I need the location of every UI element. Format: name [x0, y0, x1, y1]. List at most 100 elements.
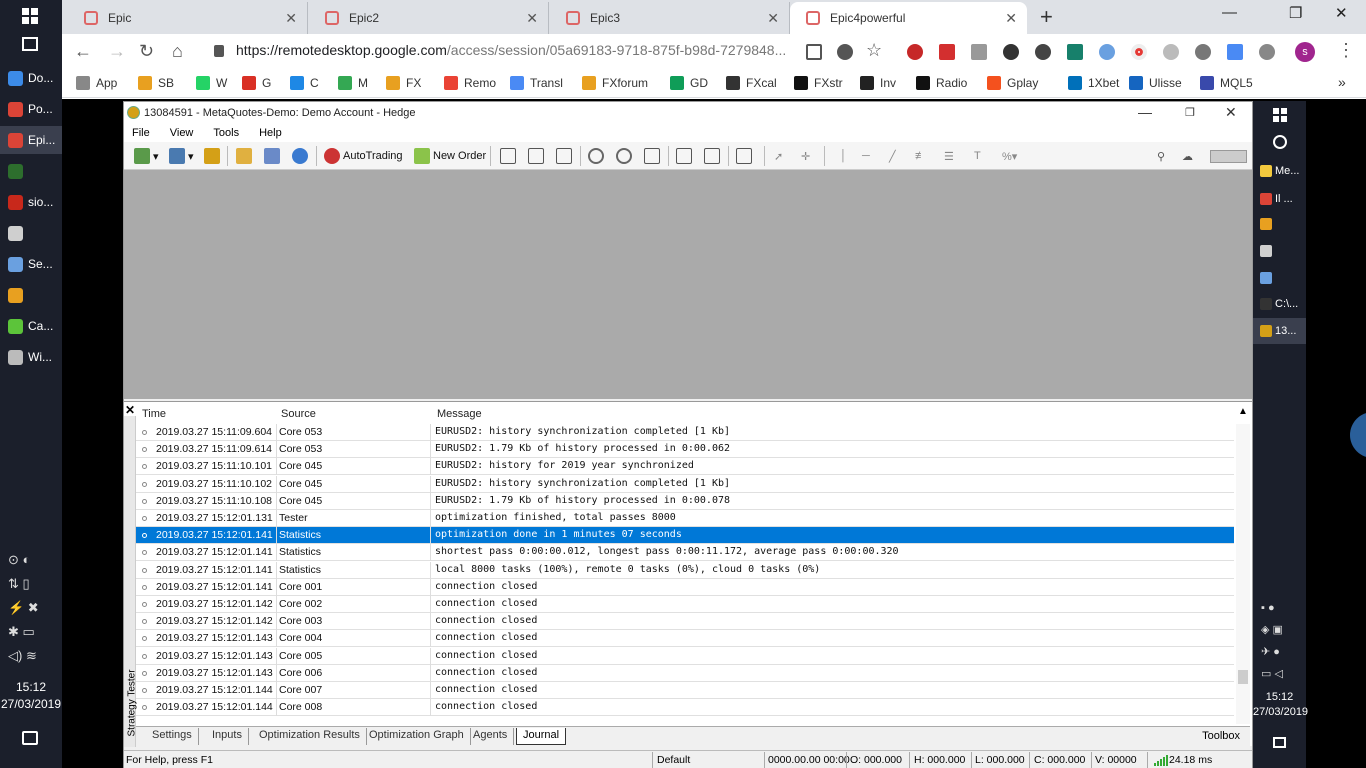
- journal-row[interactable]: 2019.03.27 15:11:09.614 Core 053 EURUSD2: …: [136, 441, 1234, 459]
- lock-icon[interactable]: [214, 45, 224, 57]
- bookmark-item[interactable]: W: [196, 76, 227, 90]
- new-chart-button[interactable]: ▾: [134, 147, 159, 165]
- key-icon[interactable]: [837, 44, 853, 60]
- bookmark-item[interactable]: SB: [138, 76, 174, 90]
- bookmark-item[interactable]: FXforum: [582, 76, 648, 90]
- menu-view[interactable]: View: [170, 127, 194, 139]
- journal-row[interactable]: 2019.03.27 15:12:01.143 Core 006 connectio…: [136, 664, 1234, 682]
- cortana-icon[interactable]: [1273, 135, 1287, 149]
- minimize-icon[interactable]: —: [1138, 104, 1152, 120]
- scrollbar[interactable]: ▲: [1236, 406, 1250, 724]
- spy-icon[interactable]: [1003, 44, 1019, 60]
- journal-row[interactable]: 2019.03.27 15:11:10.108 Core 045 EURUSD2: …: [136, 492, 1234, 510]
- bookmarks-overflow-button[interactable]: »: [1338, 74, 1346, 90]
- adblock-icon[interactable]: [907, 44, 923, 60]
- taskbar-item[interactable]: Do...: [0, 64, 62, 92]
- indicators-button[interactable]: [736, 147, 752, 165]
- cursor-button[interactable]: ➚: [774, 147, 783, 165]
- toolbox-label[interactable]: Toolbox: [1202, 730, 1240, 742]
- menu-help[interactable]: Help: [259, 127, 282, 139]
- back-icon[interactable]: ←: [74, 41, 92, 62]
- extension-icon[interactable]: [1099, 44, 1115, 60]
- vertical-line-button[interactable]: │: [840, 147, 847, 165]
- taskbar-item[interactable]: [0, 219, 62, 247]
- extension-icon[interactable]: [971, 44, 987, 60]
- reload-icon[interactable]: ↻: [139, 41, 154, 62]
- menu-tools[interactable]: Tools: [213, 127, 239, 139]
- close-window-icon[interactable]: ✕: [1335, 4, 1348, 22]
- journal-list[interactable]: 2019.03.27 15:11:09.604 Core 053 EURUSD2: …: [136, 424, 1234, 724]
- extension-icon[interactable]: [1195, 44, 1211, 60]
- journal-row[interactable]: 2019.03.27 15:12:01.143 Core 005 connectio…: [136, 647, 1234, 665]
- tester-tab-agents[interactable]: Agents: [467, 728, 515, 745]
- candlestick-button[interactable]: [528, 147, 544, 165]
- remote-taskbar-item[interactable]: Me...: [1253, 158, 1306, 184]
- search-field[interactable]: [1210, 150, 1247, 163]
- search-icon[interactable]: ⚲: [1157, 147, 1165, 165]
- journal-row[interactable]: 2019.03.27 15:12:01.144 Core 008 connectio…: [136, 699, 1234, 717]
- crosshair-button[interactable]: ✛: [801, 147, 810, 165]
- tester-tab-settings[interactable]: Settings: [146, 728, 199, 745]
- strategy-tester-button[interactable]: [264, 147, 280, 165]
- new-tab-button[interactable]: +: [1040, 4, 1053, 30]
- bookmark-item[interactable]: MQL5: [1200, 76, 1253, 90]
- tab-epic[interactable]: Epic ✕: [68, 2, 308, 34]
- mt5-title-bar[interactable]: 13084591 - MetaQuotes-Demo: Demo Account…: [124, 102, 1252, 124]
- bookmark-item[interactable]: M: [338, 76, 368, 90]
- trendline-button[interactable]: ╱: [889, 147, 896, 165]
- journal-row[interactable]: 2019.03.27 15:11:10.102 Core 045 EURUSD2: …: [136, 475, 1234, 493]
- tester-tab-journal[interactable]: Journal: [516, 728, 567, 745]
- close-tab-icon[interactable]: ✕: [767, 10, 779, 27]
- journal-row[interactable]: 2019.03.27 15:12:01.141 Statistics shortes…: [136, 544, 1234, 562]
- market-watch-button[interactable]: [204, 147, 220, 165]
- close-icon[interactable]: ✕: [1225, 104, 1237, 121]
- star-icon[interactable]: ☆: [866, 40, 882, 61]
- bookmark-item[interactable]: C: [290, 76, 319, 90]
- bookmark-item[interactable]: Ulisse: [1129, 76, 1182, 90]
- profiles-button[interactable]: ▾: [169, 147, 194, 165]
- remote-taskbar-item[interactable]: [1253, 211, 1306, 237]
- close-tab-icon[interactable]: ✕: [526, 10, 538, 27]
- close-tab-icon[interactable]: ✕: [285, 10, 297, 27]
- journal-row[interactable]: 2019.03.27 15:11:09.604 Core 053 EURUSD2: …: [136, 424, 1234, 441]
- taskbar-item[interactable]: Ca...: [0, 312, 62, 340]
- col-time[interactable]: Time: [142, 408, 166, 420]
- autoscroll-button[interactable]: [704, 147, 720, 165]
- maximize-icon[interactable]: ❐: [1289, 4, 1302, 22]
- taskbar-item[interactable]: sio...: [0, 188, 62, 216]
- task-view-icon[interactable]: [22, 37, 38, 51]
- taskbar-item[interactable]: Se...: [0, 250, 62, 278]
- clock-time[interactable]: 15:12: [0, 680, 62, 694]
- extension-icon[interactable]: [1259, 44, 1275, 60]
- start-button[interactable]: [1273, 108, 1287, 125]
- taskbar-item[interactable]: [0, 281, 62, 309]
- tab-epic2[interactable]: Epic2 ✕: [309, 2, 549, 34]
- tab-epic4powerful[interactable]: Epic4powerful ✕: [790, 2, 1027, 34]
- menu-file[interactable]: File: [132, 127, 150, 139]
- taskbar-item[interactable]: Po...: [0, 95, 62, 123]
- zoom-out-button[interactable]: [616, 147, 632, 165]
- remote-taskbar-item[interactable]: 13...: [1253, 318, 1306, 344]
- profile-avatar[interactable]: s: [1295, 42, 1315, 62]
- text-button[interactable]: T: [974, 147, 981, 165]
- scroll-up-icon[interactable]: ▲: [1238, 406, 1248, 417]
- journal-row[interactable]: 2019.03.27 15:12:01.141 Core 001 connectio…: [136, 578, 1234, 596]
- gmail-icon[interactable]: [939, 44, 955, 60]
- remote-clock-time[interactable]: 15:12: [1253, 691, 1306, 703]
- channel-button[interactable]: ≢: [915, 147, 926, 165]
- bookmark-item[interactable]: Inv: [860, 76, 896, 90]
- minimize-icon[interactable]: —: [1222, 4, 1237, 21]
- notifications-icon[interactable]: [22, 731, 38, 745]
- bookmark-item[interactable]: GD: [670, 76, 708, 90]
- remote-taskbar-item[interactable]: Il ...: [1253, 186, 1306, 212]
- journal-row[interactable]: 2019.03.27 15:12:01.143 Core 004 connectio…: [136, 630, 1234, 648]
- remote-taskbar-item[interactable]: [1253, 265, 1306, 291]
- fibo-button[interactable]: ☰: [944, 147, 954, 165]
- bookmark-item[interactable]: FXcal: [726, 76, 777, 90]
- tab-epic3[interactable]: Epic3 ✕: [550, 2, 790, 34]
- address-bar[interactable]: https://remotedesktop.google.com/access/…: [236, 42, 816, 64]
- journal-row[interactable]: 2019.03.27 15:12:01.142 Core 002 connectio…: [136, 596, 1234, 613]
- journal-row[interactable]: 2019.03.27 15:12:01.141 Statistics optimiz…: [136, 527, 1234, 545]
- navigator-button[interactable]: [236, 147, 252, 165]
- home-icon[interactable]: ⌂: [172, 41, 183, 62]
